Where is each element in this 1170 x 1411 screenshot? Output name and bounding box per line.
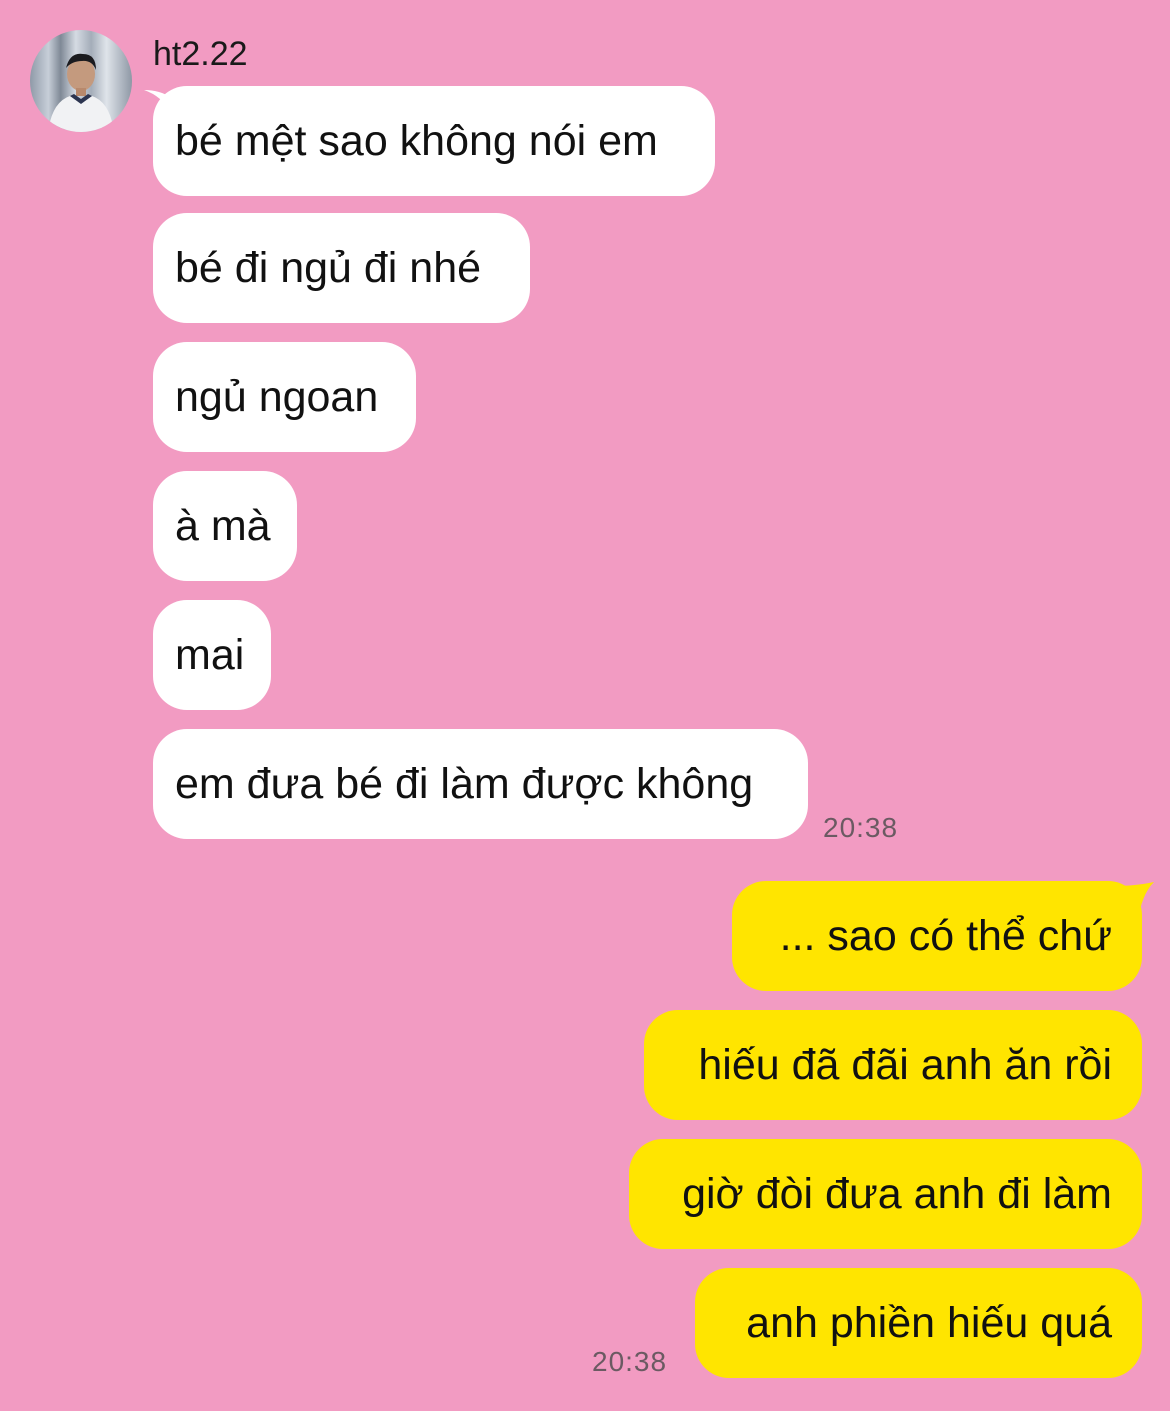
message-timestamp: 20:38	[592, 1346, 668, 1377]
message-incoming[interactable]: bé mệt sao không nói em	[153, 86, 715, 196]
avatar[interactable]	[30, 30, 132, 132]
message-incoming[interactable]: à mà	[153, 471, 297, 581]
message-incoming[interactable]: ngủ ngoan	[153, 342, 416, 452]
avatar-photo-icon	[48, 53, 114, 132]
message-timestamp: 20:38	[823, 812, 899, 843]
contact-name[interactable]: ht2.22	[153, 34, 248, 74]
message-outgoing[interactable]: anh phiền hiếu quá	[695, 1268, 1142, 1378]
message-outgoing[interactable]: ... sao có thể chứ	[732, 881, 1142, 991]
message-incoming[interactable]: bé đi ngủ đi nhé	[153, 213, 530, 323]
message-outgoing[interactable]: hiếu đã đãi anh ăn rồi	[644, 1010, 1142, 1120]
message-outgoing[interactable]: giờ đòi đưa anh đi làm	[629, 1139, 1142, 1249]
message-incoming[interactable]: em đưa bé đi làm được không	[153, 729, 808, 839]
message-incoming[interactable]: mai	[153, 600, 271, 710]
